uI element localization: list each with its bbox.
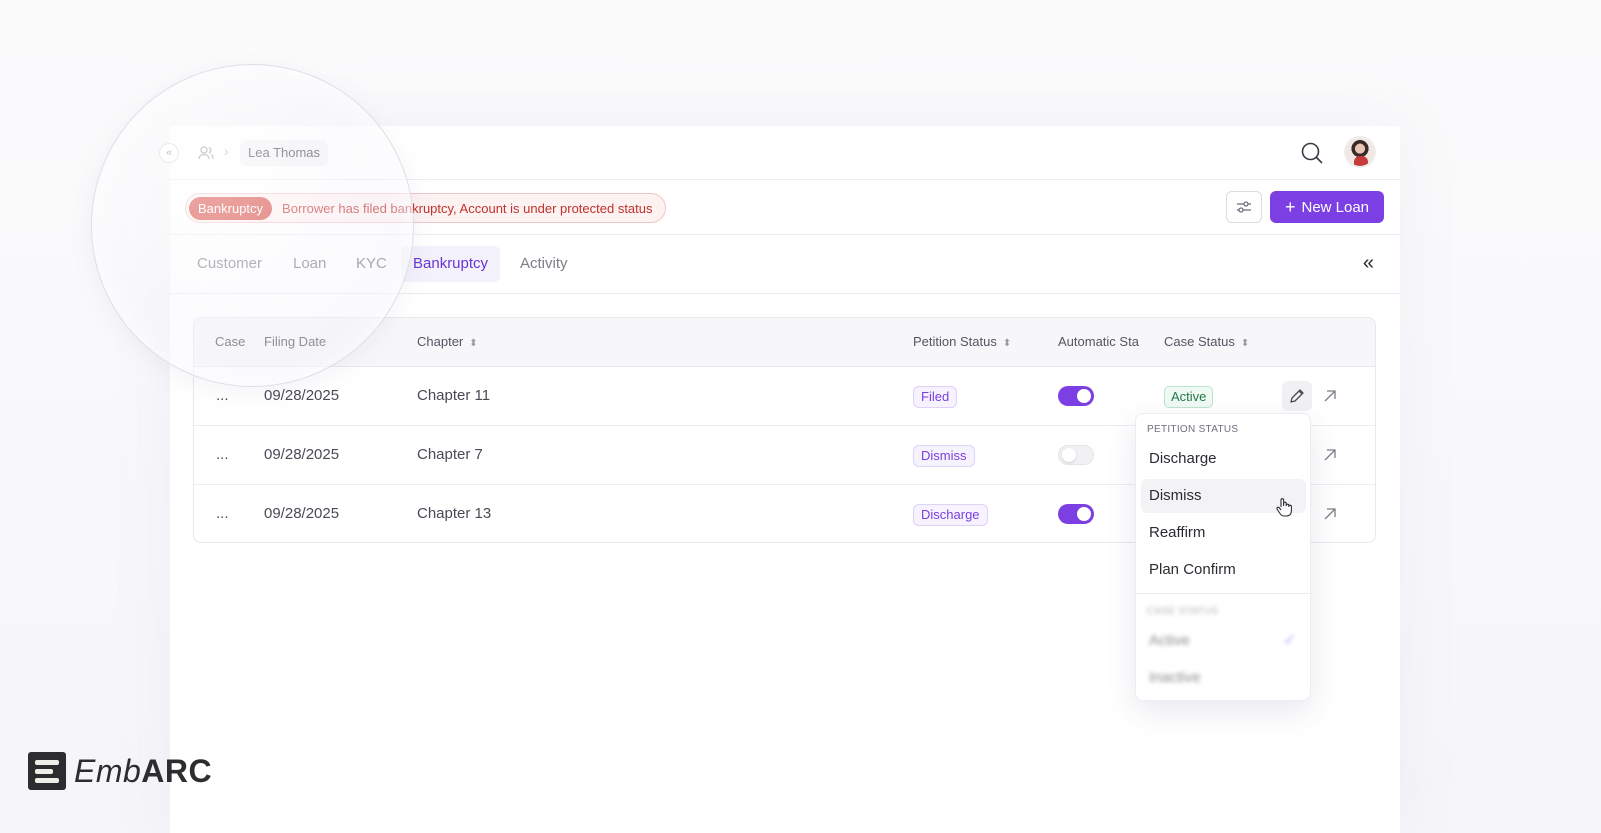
tab-customer[interactable]: Customer	[185, 246, 274, 282]
filter-sliders-icon	[1237, 201, 1251, 213]
brand-name-light: Emb	[74, 752, 142, 789]
dropdown-divider	[1136, 593, 1310, 594]
option-reaffirm[interactable]: Reaffirm	[1141, 516, 1306, 550]
toggle-knob	[1062, 448, 1076, 462]
column-header-chapter-label: Chapter	[417, 334, 464, 349]
collapse-sidebar-icon[interactable]: «	[159, 143, 179, 163]
avatar[interactable]	[1344, 136, 1376, 168]
tab-loan[interactable]: Loan	[281, 246, 338, 282]
option-active-label: Active	[1149, 632, 1190, 649]
hand-cursor-icon	[1276, 498, 1292, 517]
cell-chapter: Chapter 11	[417, 387, 491, 404]
top-bar: « › Lea Thomas	[159, 126, 1400, 180]
dropdown-section-petition: PETITION STATUS	[1147, 424, 1239, 435]
column-header-case-status[interactable]: Case Status ⬍	[1164, 334, 1249, 349]
arrow-up-right-icon[interactable]	[1320, 445, 1340, 465]
edit-button[interactable]	[1282, 381, 1312, 411]
option-active[interactable]: Active ✓	[1141, 624, 1306, 658]
column-header-petition-status-label: Petition Status	[913, 334, 997, 349]
sort-icon: ⬍	[1240, 338, 1250, 349]
sort-icon: ⬍	[1002, 338, 1012, 349]
brand-logo: EmbARC	[28, 752, 212, 790]
alert-message: Borrower has filed bankruptcy, Account i…	[282, 200, 653, 216]
cell-case: ...	[216, 505, 229, 522]
cell-case: ...	[216, 446, 229, 463]
column-header-petition-status[interactable]: Petition Status ⬍	[913, 334, 1011, 349]
filter-button[interactable]	[1226, 191, 1262, 223]
breadcrumb-current[interactable]: Lea Thomas	[240, 140, 329, 166]
brand-mark-icon	[28, 752, 66, 790]
petition-status-badge[interactable]: Discharge	[913, 504, 988, 526]
alert-badge: Bankruptcy	[189, 196, 273, 220]
tab-bankruptcy[interactable]: Bankruptcy	[401, 246, 501, 282]
brand-name-bold: ARC	[141, 752, 213, 789]
dropdown-section-case: CASE STATUS	[1147, 606, 1219, 617]
table-header: Case Filing Date Chapter ⬍ Petition Statu…	[194, 318, 1375, 367]
arrow-up-right-icon[interactable]	[1320, 386, 1340, 406]
toggle-knob	[1077, 507, 1091, 521]
alert-bar: Bankruptcy Borrower has filed bankruptcy…	[170, 180, 1400, 235]
cell-chapter: Chapter 7	[417, 446, 483, 463]
plus-icon: +	[1284, 197, 1296, 217]
sort-icon: ⬍	[469, 338, 478, 349]
check-icon: ✓	[1283, 632, 1296, 649]
new-loan-label: New Loan	[1301, 198, 1370, 216]
cell-case: ...	[216, 387, 229, 404]
automatic-stay-toggle[interactable]	[1058, 386, 1094, 406]
automatic-stay-toggle[interactable]	[1058, 445, 1094, 465]
column-header-case-status-label: Case Status	[1164, 334, 1235, 349]
user-group-icon[interactable]	[198, 145, 214, 161]
case-status-badge[interactable]: Active	[1164, 386, 1214, 408]
petition-status-badge[interactable]: Filed	[913, 386, 958, 408]
tab-kyc[interactable]: KYC	[344, 246, 399, 282]
new-loan-button[interactable]: + New Loan	[1270, 191, 1384, 223]
search-icon[interactable]	[1300, 141, 1324, 165]
chevron-right-icon: ›	[224, 143, 229, 159]
cell-chapter: Chapter 13	[417, 505, 492, 522]
column-header-chapter[interactable]: Chapter ⬍	[417, 334, 478, 349]
option-discharge[interactable]: Discharge	[1141, 442, 1306, 476]
option-inactive[interactable]: Inactive	[1141, 661, 1306, 695]
cell-filing-date: 09/28/2025	[264, 505, 340, 522]
column-header-automatic-stay[interactable]: Automatic Sta	[1058, 334, 1139, 349]
arrow-up-right-icon[interactable]	[1320, 504, 1340, 524]
brand-name: EmbARC	[74, 753, 212, 790]
automatic-stay-toggle[interactable]	[1058, 504, 1094, 524]
toggle-knob	[1077, 389, 1091, 403]
column-header-filing-date[interactable]: Filing Date	[264, 334, 326, 349]
column-header-case[interactable]: Case	[215, 334, 245, 349]
pencil-icon	[1290, 389, 1304, 403]
status-dropdown-menu: PETITION STATUS Discharge Dismiss Reaffi…	[1135, 413, 1311, 701]
tab-activity[interactable]: Activity	[508, 246, 580, 282]
petition-status-badge[interactable]: Dismiss	[913, 445, 975, 467]
tab-bar: Customer Loan KYC Bankruptcy Activity «	[170, 235, 1400, 294]
bankruptcy-alert: Bankruptcy Borrower has filed bankruptcy…	[185, 193, 666, 223]
cell-filing-date: 09/28/2025	[264, 387, 340, 404]
double-chevron-left-icon[interactable]: «	[1363, 252, 1374, 275]
cell-filing-date: 09/28/2025	[264, 446, 340, 463]
option-plan-confirm[interactable]: Plan Confirm	[1141, 553, 1306, 587]
